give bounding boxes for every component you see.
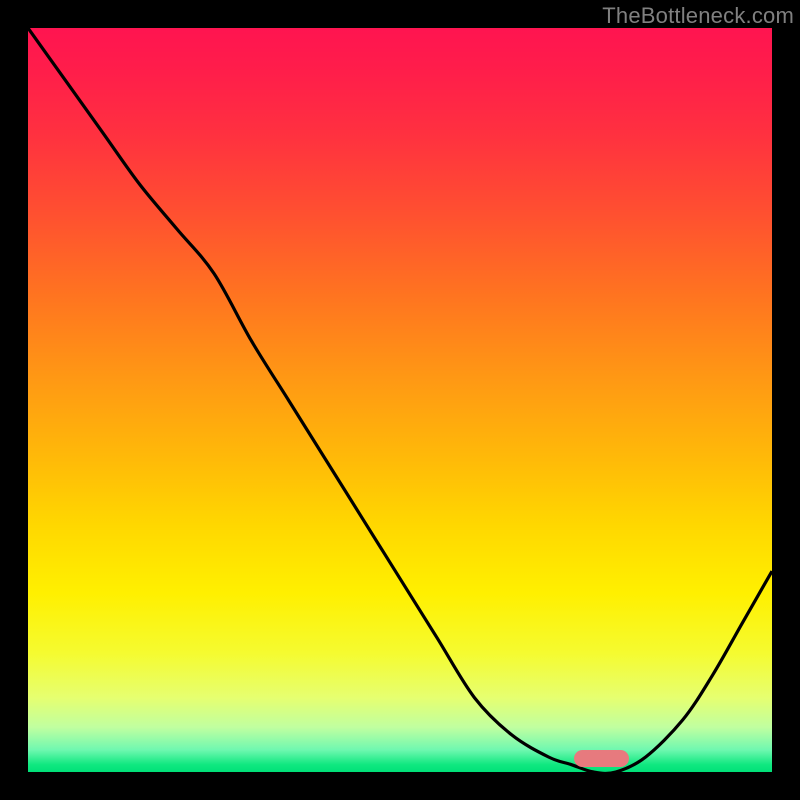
plot-area (28, 28, 772, 772)
bottleneck-curve (28, 28, 772, 772)
optimal-marker (574, 750, 629, 767)
watermark-text: TheBottleneck.com (602, 3, 794, 29)
